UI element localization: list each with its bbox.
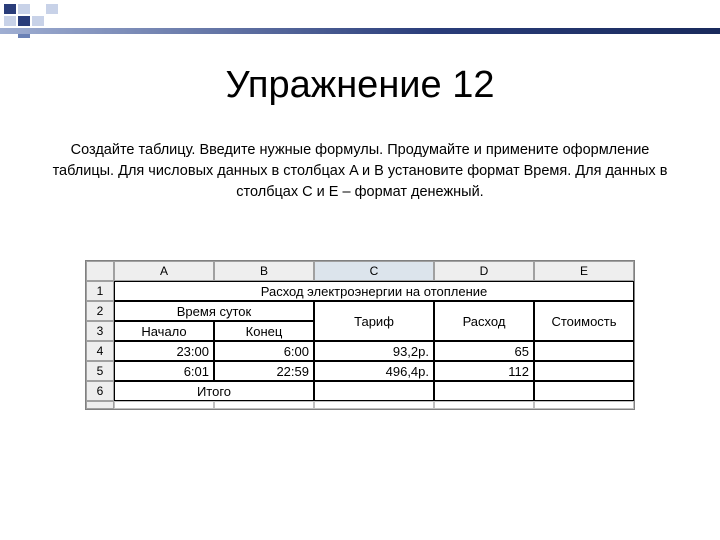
cell-E6[interactable]: [534, 381, 634, 401]
row-header-3[interactable]: 3: [86, 321, 114, 341]
cell-C5[interactable]: 496,4р.: [314, 361, 434, 381]
gradient-bar: [0, 28, 720, 34]
slide-title: Упражнение 12: [0, 64, 720, 107]
row-header-6[interactable]: 6: [86, 381, 114, 401]
cell-E4[interactable]: [534, 341, 634, 361]
cell-expense[interactable]: Расход: [434, 301, 534, 341]
cell-C4[interactable]: 93,2р.: [314, 341, 434, 361]
cell-D6[interactable]: [434, 381, 534, 401]
corner-cell[interactable]: [86, 261, 114, 281]
row-1: 1 Расход электроэнергии на отопление: [86, 281, 634, 301]
col-header-A[interactable]: A: [114, 261, 214, 281]
cell-A5[interactable]: 6:01: [114, 361, 214, 381]
cell-itogo[interactable]: Итого: [114, 381, 314, 401]
cell-cost[interactable]: Стоимость: [534, 301, 634, 341]
cell-start[interactable]: Начало: [114, 321, 214, 341]
column-header-row: A B C D E: [86, 261, 634, 281]
col-header-E[interactable]: E: [534, 261, 634, 281]
cell-B4[interactable]: 6:00: [214, 341, 314, 361]
row-6: 6 Итого: [86, 381, 634, 401]
slide-top-decoration: [0, 0, 720, 38]
row-header-2[interactable]: 2: [86, 301, 114, 321]
slide-body-text: Создайте таблицу. Введите нужные формулы…: [40, 140, 680, 203]
cell-C6[interactable]: [314, 381, 434, 401]
cell-A4[interactable]: 23:00: [114, 341, 214, 361]
row-2: 2 Время суток Тариф Расход Стоимость: [86, 301, 634, 321]
cell-end[interactable]: Конец: [214, 321, 314, 341]
col-header-D[interactable]: D: [434, 261, 534, 281]
cell-tariff[interactable]: Тариф: [314, 301, 434, 341]
spreadsheet: A B C D E 1 Расход электроэнергии на ото…: [85, 260, 635, 410]
row-header-4[interactable]: 4: [86, 341, 114, 361]
cell-partial-E[interactable]: [534, 401, 634, 409]
row-header-1[interactable]: 1: [86, 281, 114, 301]
cell-D5[interactable]: 112: [434, 361, 534, 381]
cell-title[interactable]: Расход электроэнергии на отопление: [114, 281, 634, 301]
cell-B5[interactable]: 22:59: [214, 361, 314, 381]
row-4: 4 23:00 6:00 93,2р. 65: [86, 341, 634, 361]
col-header-B[interactable]: B: [214, 261, 314, 281]
cell-D4[interactable]: 65: [434, 341, 534, 361]
row-header-partial[interactable]: [86, 401, 114, 409]
cell-partial-D[interactable]: [434, 401, 534, 409]
cell-time-label[interactable]: Время суток: [114, 301, 314, 321]
cell-partial-A[interactable]: [114, 401, 214, 409]
col-header-C[interactable]: C: [314, 261, 434, 281]
cell-E5[interactable]: [534, 361, 634, 381]
row-header-5[interactable]: 5: [86, 361, 114, 381]
row-5: 5 6:01 22:59 496,4р. 112: [86, 361, 634, 381]
cell-partial-B[interactable]: [214, 401, 314, 409]
cell-partial-C[interactable]: [314, 401, 434, 409]
row-partial: [86, 401, 634, 409]
